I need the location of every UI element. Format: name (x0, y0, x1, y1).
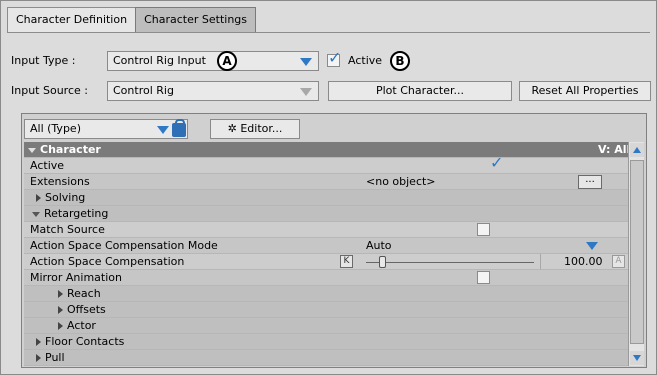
collapse-icon (28, 147, 36, 153)
callout-a: A (217, 51, 237, 71)
checkmark-icon: ✓ (328, 48, 342, 67)
tab-character-definition[interactable]: Character Definition (7, 7, 137, 33)
row-label: Offsets (67, 303, 106, 316)
row-label: Solving (45, 191, 86, 204)
row-label: Mirror Animation (30, 271, 122, 284)
row-checkbox[interactable] (477, 223, 490, 236)
callout-b: B (390, 51, 410, 71)
scroll-up-icon[interactable] (630, 143, 644, 157)
table-row[interactable]: Match Source (24, 222, 630, 238)
input-source-dropdown[interactable]: Control Rig (107, 81, 319, 101)
tab-bar: Character Definition Character Settings (7, 7, 256, 33)
compensation-slider-handle[interactable] (379, 256, 386, 268)
browse-button[interactable]: ... (578, 175, 602, 189)
chevron-down-icon (157, 126, 169, 134)
compensation-slider-track[interactable] (366, 262, 534, 263)
table-row[interactable]: Pull (24, 350, 630, 366)
table-row[interactable]: Retargeting (24, 206, 630, 222)
column-divider (540, 254, 541, 269)
input-type-dropdown[interactable]: Control Rig Input (107, 51, 319, 71)
row-label: Action Space Compensation (30, 255, 185, 268)
tab-character-settings[interactable]: Character Settings (135, 7, 256, 33)
table-row[interactable]: Offsets (24, 302, 630, 318)
expand-icon (58, 290, 63, 298)
row-checkbox[interactable] (477, 271, 490, 284)
tab-divider (7, 32, 650, 33)
animate-button[interactable]: A (612, 255, 625, 268)
type-filter-value: All (Type) (30, 122, 81, 135)
character-controls-window: Character Definition Character Settings … (0, 0, 657, 375)
type-filter-dropdown[interactable]: All (Type) (24, 119, 188, 139)
chevron-down-icon[interactable] (586, 242, 598, 250)
editor-button-label: Editor... (240, 122, 283, 135)
row-label: Match Source (30, 223, 105, 236)
character-header-label: Character (40, 143, 101, 156)
row-label: Floor Contacts (45, 335, 125, 348)
table-row[interactable]: Floor Contacts (24, 334, 630, 350)
compensation-mode-value: Auto (366, 239, 392, 252)
expand-icon (36, 354, 41, 362)
key-button[interactable]: K (340, 255, 353, 268)
row-label: Extensions (30, 175, 90, 188)
collapse-icon (32, 211, 40, 217)
table-row[interactable]: Extensions <no object> ... (24, 174, 630, 190)
table-row[interactable]: Action Space Compensation K 100.00 A (24, 254, 630, 270)
properties-toolbar: All (Type) ✲ Editor... (24, 117, 644, 139)
grid-header-character[interactable]: Character V: All (24, 142, 630, 158)
table-row[interactable]: Reach (24, 286, 630, 302)
scroll-thumb[interactable] (630, 160, 644, 344)
vertical-scrollbar[interactable] (628, 142, 644, 366)
table-row[interactable]: Mirror Animation (24, 270, 630, 286)
expand-icon (36, 194, 41, 202)
reset-all-properties-button[interactable]: Reset All Properties (519, 81, 651, 101)
row-label: Active (30, 159, 65, 172)
extensions-value: <no object> (366, 175, 436, 188)
gear-icon: ✲ (227, 122, 241, 135)
scroll-down-icon[interactable] (630, 351, 644, 365)
table-row[interactable]: Active ✓ (24, 155, 630, 174)
row-label: Action Space Compensation Mode (30, 239, 218, 252)
compensation-value[interactable]: 100.00 (564, 254, 603, 269)
chevron-down-icon (300, 88, 312, 96)
table-row[interactable]: Action Space Compensation Mode Auto (24, 238, 630, 254)
expand-icon (36, 338, 41, 346)
input-source-value: Control Rig (113, 84, 174, 97)
view-all-label: V: All (598, 143, 630, 156)
row-label: Actor (67, 319, 96, 332)
input-type-label: Input Type : (11, 54, 76, 67)
chevron-down-icon (300, 58, 312, 66)
row-label: Pull (45, 351, 65, 364)
active-label: Active (348, 54, 383, 67)
table-row[interactable]: Actor (24, 318, 630, 334)
expand-icon (58, 322, 63, 330)
plot-character-button[interactable]: Plot Character... (328, 81, 512, 101)
row-checkbox[interactable] (486, 160, 499, 173)
row-label: Reach (67, 287, 101, 300)
input-type-value: Control Rig Input (113, 54, 206, 67)
editor-button[interactable]: ✲ Editor... (210, 119, 300, 139)
properties-grid: Character V: All Active ✓ Extensions <no… (24, 142, 630, 366)
lock-icon[interactable] (172, 119, 186, 137)
properties-panel: All (Type) ✲ Editor... Character V: All … (21, 113, 647, 368)
table-row[interactable]: Solving (24, 190, 630, 206)
expand-icon (58, 306, 63, 314)
row-label: Retargeting (44, 207, 109, 220)
input-source-label: Input Source : (11, 84, 88, 97)
